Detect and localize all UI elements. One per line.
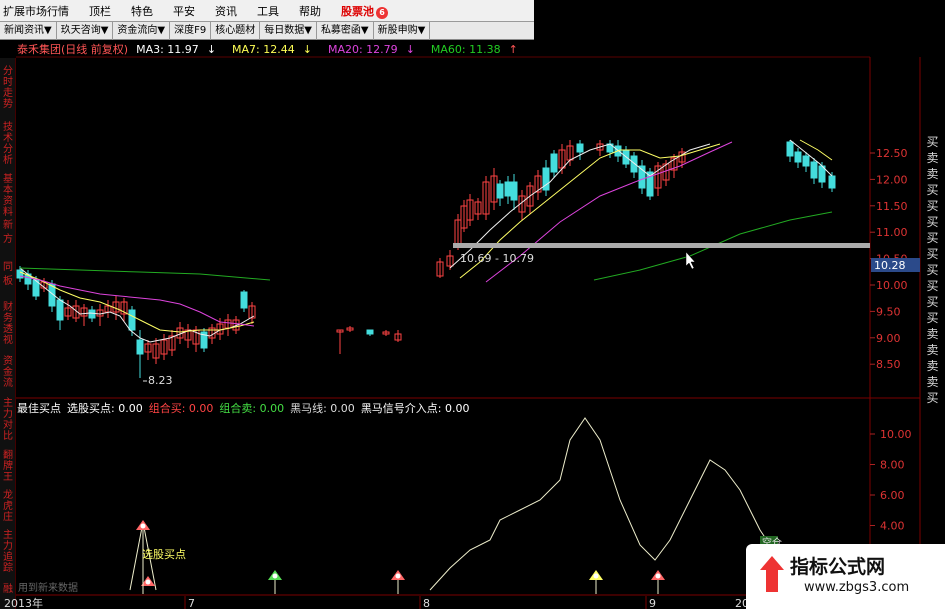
candle-body	[240, 291, 248, 309]
price-tick-label: 8.50	[876, 358, 901, 371]
candle-body	[794, 151, 802, 163]
price-tick-label: 9.50	[876, 305, 901, 318]
candle-body	[828, 175, 836, 189]
price-tick-label: 11.00	[876, 226, 908, 239]
candle-body	[88, 309, 96, 319]
indicator-name: 最佳买点	[17, 402, 61, 415]
right-signal-label: 卖	[926, 327, 939, 341]
right-signal-label: 买	[926, 391, 939, 405]
price-tick-label: 9.00	[876, 332, 901, 345]
price-tick-label: 12.00	[876, 173, 908, 186]
date-month-9: 9	[649, 597, 656, 609]
right-signal-label: 买	[926, 199, 939, 213]
right-signal-label: 卖	[926, 343, 939, 357]
right-signal-label: 卖	[926, 359, 939, 373]
price-range-band	[453, 243, 870, 248]
watermark-panel: 指标公式网 www.zbgs3.com	[746, 544, 945, 609]
indicator-item-combo-sell: 组合卖: 0.00	[219, 402, 285, 415]
watermark-title: 指标公式网	[790, 556, 886, 578]
right-signal-label: 买	[926, 135, 939, 149]
signal-marker-dot	[593, 573, 599, 579]
candle-body	[136, 339, 144, 355]
indicator-item-buy: 选股买点: 0.00	[67, 402, 143, 415]
candle-body	[576, 143, 584, 153]
candle-body	[510, 181, 518, 201]
right-signal-label: 买	[926, 263, 939, 277]
candle-body	[496, 183, 504, 199]
right-signal-label: 买	[926, 311, 939, 325]
date-month-8: 8	[423, 597, 430, 609]
range-price-label: 10.69 - 10.79	[460, 252, 534, 265]
indicator-curve	[429, 417, 771, 591]
candle-body	[550, 153, 558, 173]
candle-body	[802, 155, 810, 167]
date-month-7: 7	[188, 597, 195, 609]
candle-body	[810, 161, 818, 179]
right-signal-label: 买	[926, 247, 939, 261]
indicator-tick-label: 10.00	[880, 428, 912, 441]
price-tick-label: 11.50	[876, 200, 908, 213]
signal-marker-dot	[395, 573, 401, 579]
buy-signal-label: 选股买点	[142, 548, 186, 561]
right-signal-label: 买	[926, 183, 939, 197]
current-price-label: 10.28	[874, 259, 906, 272]
site-logo-icon	[760, 556, 784, 592]
right-signal-label: 卖	[926, 151, 939, 165]
date-year-label: 2013年	[4, 596, 43, 609]
indicator-tick-label: 8.00	[880, 459, 905, 472]
candle-body	[366, 329, 374, 335]
chart-canvas[interactable]: 12.5012.0011.5011.0010.5010.009.509.008.…	[0, 0, 945, 609]
signal-marker-dot	[655, 573, 661, 579]
watermark-url: www.zbgs3.com	[804, 580, 910, 595]
right-signal-label: 买	[926, 295, 939, 309]
bottom-note: 用到新来数据	[18, 581, 78, 594]
low-price-label: 8.23	[148, 374, 173, 387]
right-signal-label: 买	[926, 231, 939, 245]
candle-body	[56, 299, 64, 321]
candle-body	[630, 155, 638, 173]
indicator-item-darkhorse-entry: 黑马信号介入点: 0.00	[360, 402, 470, 415]
indicator-item-darkhorse: 黑马线: 0.00	[290, 402, 355, 415]
indicator-item-combo-buy: 组合买: 0.00	[148, 402, 214, 415]
indicator-axis: 10.00 8.00 6.00 4.00	[870, 428, 912, 533]
indicator-tick-label: 4.00	[880, 520, 905, 533]
stock-chart-window: 扩展市场行情 顶栏 特色 平安 资讯 工具 帮助 股票池 6 新闻资讯▼ 玖天咨询…	[0, 0, 945, 609]
right-signal-label: 卖	[926, 375, 939, 389]
indicator-legend: 最佳买点 选股买点: 0.00 组合买: 0.00 组合卖: 0.00 黑马线: 0.0…	[17, 400, 476, 415]
price-tick-label: 10.00	[876, 279, 908, 292]
indicator-tick-label: 6.00	[880, 489, 905, 502]
signal-marker-dot	[145, 579, 151, 585]
signal-markers	[136, 520, 665, 594]
candle-body	[786, 141, 794, 157]
right-signal-label: 买	[926, 215, 939, 229]
right-signal-label: 买	[926, 279, 939, 293]
price-tick-label: 12.50	[876, 147, 908, 160]
candlesticks	[16, 140, 836, 378]
right-signal-label: 卖	[926, 167, 939, 181]
ma60-line	[19, 267, 271, 281]
candle-body	[504, 181, 512, 197]
candle-body	[128, 309, 136, 331]
signal-marker-dot	[272, 573, 278, 579]
signal-marker-dot	[140, 523, 146, 529]
